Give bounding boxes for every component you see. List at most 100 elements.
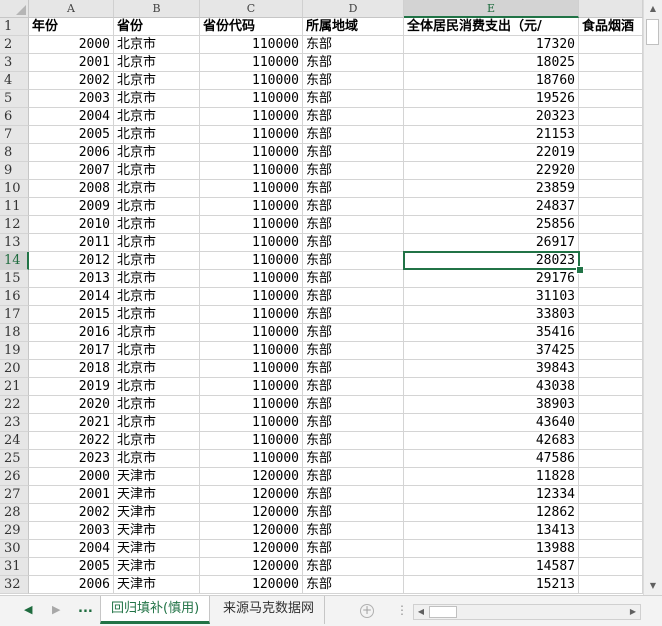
cell-empty[interactable] [579, 342, 643, 360]
cell-code[interactable]: 110000 [200, 180, 303, 198]
cell-empty[interactable] [579, 540, 643, 558]
cell-value[interactable]: 35416 [404, 324, 579, 342]
cell-region[interactable]: 东部 [303, 558, 404, 576]
cell-value[interactable]: 18025 [404, 54, 579, 72]
row-header[interactable]: 16 [0, 288, 29, 306]
cell-prov[interactable]: 北京市 [114, 180, 200, 198]
sheet-tab-regression-fill[interactable]: 回归填补(慎用) [100, 596, 211, 624]
row-header[interactable]: 2 [0, 36, 29, 54]
cell-year[interactable]: 2022 [29, 432, 114, 450]
cell-value[interactable]: 11828 [404, 468, 579, 486]
row-header[interactable]: 6 [0, 108, 29, 126]
row-header[interactable]: 12 [0, 216, 29, 234]
cell-empty[interactable] [579, 234, 643, 252]
row-header[interactable]: 27 [0, 486, 29, 504]
cell-code[interactable]: 120000 [200, 540, 303, 558]
more-sheets-ellipsis[interactable]: ... [78, 601, 93, 616]
cell-year[interactable]: 2013 [29, 270, 114, 288]
fill-handle[interactable] [576, 266, 584, 274]
row-header[interactable]: 3 [0, 54, 29, 72]
cell-value[interactable]: 20323 [404, 108, 579, 126]
cell-empty[interactable] [579, 324, 643, 342]
cell-year[interactable]: 2001 [29, 54, 114, 72]
cell-value[interactable]: 33803 [404, 306, 579, 324]
cell-region[interactable]: 东部 [303, 234, 404, 252]
triangle-left-icon[interactable]: ◀ [24, 603, 32, 616]
cell-empty[interactable] [579, 126, 643, 144]
cell-year[interactable]: 2005 [29, 126, 114, 144]
cell-code[interactable]: 120000 [200, 504, 303, 522]
cell-empty[interactable] [579, 36, 643, 54]
cell-prov[interactable]: 天津市 [114, 468, 200, 486]
row-header[interactable]: 15 [0, 270, 29, 288]
row-header[interactable]: 23 [0, 414, 29, 432]
horizontal-scrollbar[interactable]: ◀ ▶ [413, 604, 641, 620]
cell-year[interactable]: 2001 [29, 486, 114, 504]
cell-prov[interactable]: 北京市 [114, 144, 200, 162]
cell-prov[interactable]: 北京市 [114, 198, 200, 216]
cell-year[interactable]: 2019 [29, 378, 114, 396]
scroll-up-arrow-icon[interactable]: ▲ [644, 0, 662, 17]
cell-year[interactable]: 2002 [29, 72, 114, 90]
cell-value[interactable]: 22019 [404, 144, 579, 162]
cell-code[interactable]: 110000 [200, 36, 303, 54]
cell-empty[interactable] [579, 144, 643, 162]
cell-empty[interactable] [579, 504, 643, 522]
row-header[interactable]: 4 [0, 72, 29, 90]
cell-region[interactable]: 东部 [303, 306, 404, 324]
header-cell[interactable]: 所属地域 [303, 18, 404, 36]
cell-value[interactable]: 38903 [404, 396, 579, 414]
cell-empty[interactable] [579, 450, 643, 468]
cell-region[interactable]: 东部 [303, 198, 404, 216]
cell-value[interactable]: 21153 [404, 126, 579, 144]
cell-year[interactable]: 2006 [29, 144, 114, 162]
cell-value[interactable]: 12334 [404, 486, 579, 504]
column-header-b[interactable]: B [114, 0, 200, 18]
vertical-scrollbar[interactable]: ▲ ▼ [643, 0, 662, 595]
cell-prov[interactable]: 北京市 [114, 90, 200, 108]
row-header[interactable]: 21 [0, 378, 29, 396]
cell-value[interactable]: 42683 [404, 432, 579, 450]
cell-region[interactable]: 东部 [303, 72, 404, 90]
cell-year[interactable]: 2003 [29, 522, 114, 540]
cell-empty[interactable] [579, 288, 643, 306]
header-cell[interactable]: 省份代码 [200, 18, 303, 36]
scroll-down-arrow-icon[interactable]: ▼ [644, 577, 662, 594]
cell-prov[interactable]: 北京市 [114, 450, 200, 468]
cell-value[interactable]: 15213 [404, 576, 579, 594]
cell-code[interactable]: 110000 [200, 306, 303, 324]
cell-year[interactable]: 2006 [29, 576, 114, 594]
cell-region[interactable]: 东部 [303, 180, 404, 198]
cell-region[interactable]: 东部 [303, 576, 404, 594]
cell-code[interactable]: 110000 [200, 54, 303, 72]
cell-region[interactable]: 东部 [303, 522, 404, 540]
row-header[interactable]: 28 [0, 504, 29, 522]
vertical-scroll-thumb[interactable] [646, 19, 659, 45]
cell-region[interactable]: 东部 [303, 324, 404, 342]
cell-year[interactable]: 2016 [29, 324, 114, 342]
cell-empty[interactable] [579, 162, 643, 180]
cell-empty[interactable] [579, 72, 643, 90]
cell-prov[interactable]: 天津市 [114, 558, 200, 576]
cell-code[interactable]: 110000 [200, 126, 303, 144]
header-cell[interactable]: 食品烟酒 [579, 18, 643, 36]
spreadsheet-grid[interactable]: A B C D E 1 年份 省份 省份代码 所属地域 全体居民消费支出（元/食品烟酒 2 2000 北京… [0, 0, 643, 595]
cell-empty[interactable] [579, 432, 643, 450]
cell-empty[interactable] [579, 108, 643, 126]
cell-year[interactable]: 2015 [29, 306, 114, 324]
cell-region[interactable]: 东部 [303, 144, 404, 162]
cell-prov[interactable]: 北京市 [114, 234, 200, 252]
cell-region[interactable]: 东部 [303, 504, 404, 522]
header-cell[interactable]: 省份 [114, 18, 200, 36]
cell-region[interactable]: 东部 [303, 270, 404, 288]
cell-region[interactable]: 东部 [303, 378, 404, 396]
cell-prov[interactable]: 北京市 [114, 324, 200, 342]
row-header[interactable]: 24 [0, 432, 29, 450]
row-header[interactable]: 29 [0, 522, 29, 540]
cell-region[interactable]: 东部 [303, 54, 404, 72]
cell-code[interactable]: 110000 [200, 216, 303, 234]
cell-code[interactable]: 110000 [200, 72, 303, 90]
cell-empty[interactable] [579, 522, 643, 540]
cell-year[interactable]: 2004 [29, 540, 114, 558]
plus-circle-icon[interactable]: + [360, 604, 374, 618]
